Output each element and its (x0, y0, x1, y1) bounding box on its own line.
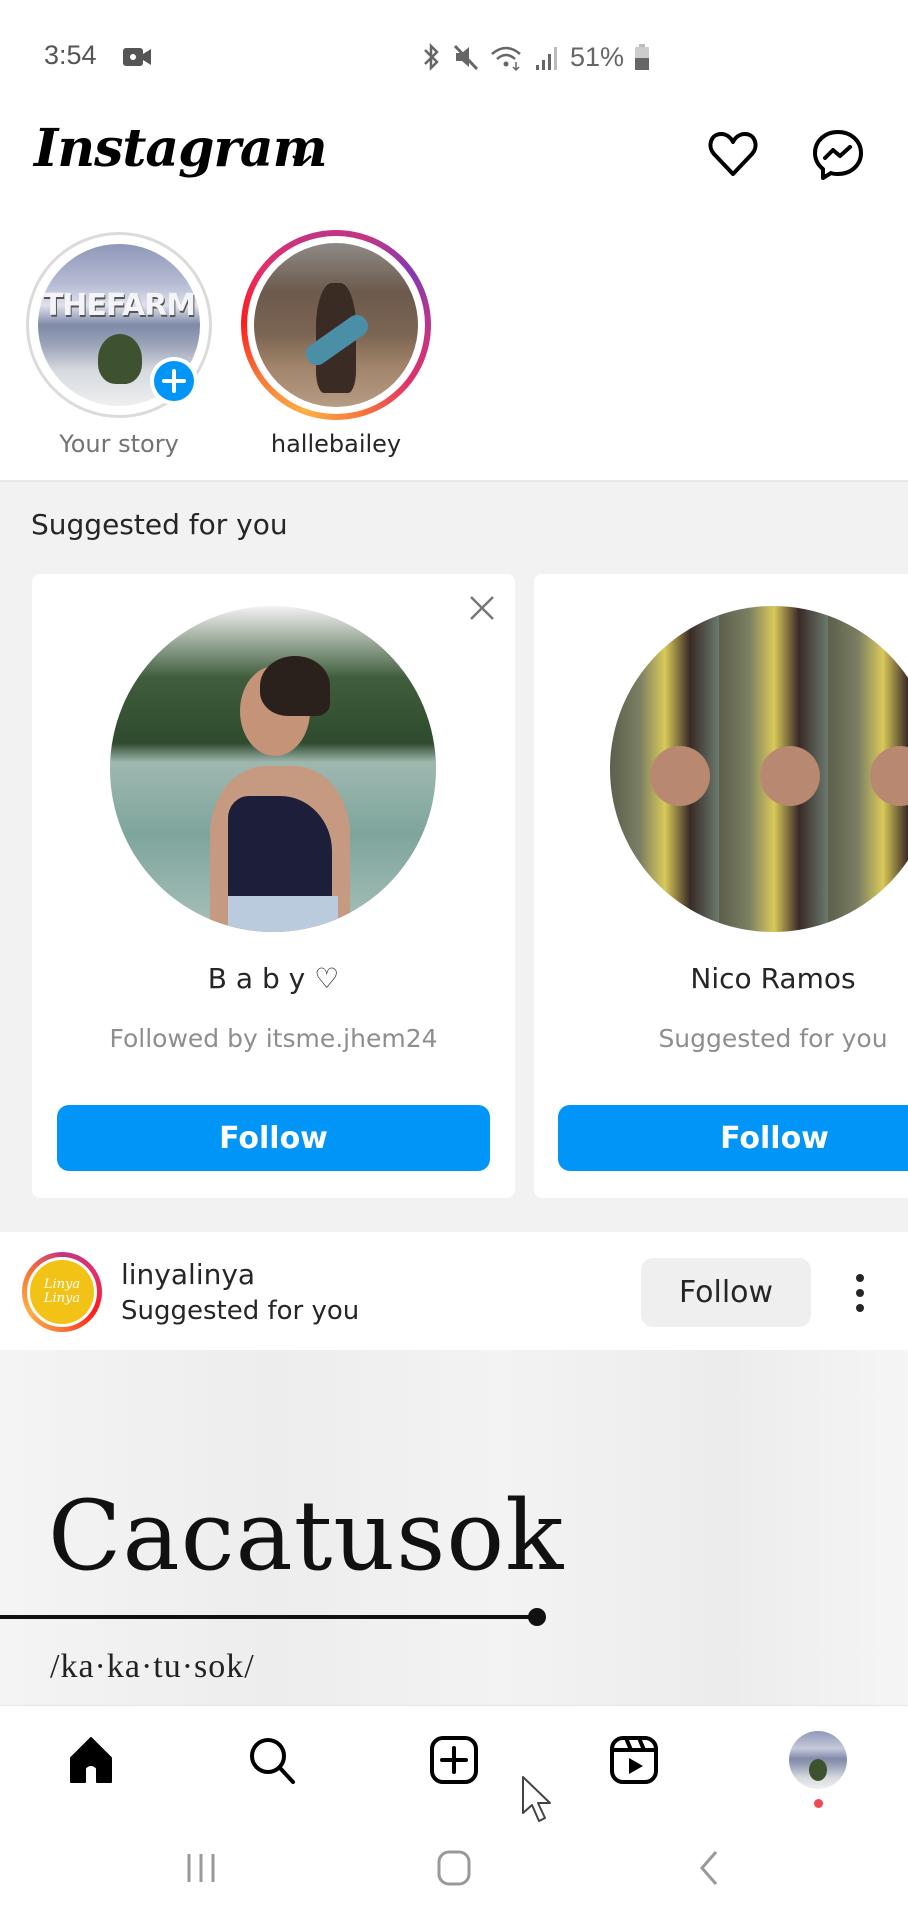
avatar-hair (260, 656, 330, 716)
bluetooth-icon (424, 42, 439, 72)
back-icon[interactable] (690, 1848, 730, 1888)
follow-button[interactable]: Follow (57, 1105, 490, 1171)
avatar-face (870, 746, 908, 806)
avatar-plant (809, 1759, 827, 1781)
mute-icon (453, 44, 479, 71)
hallebailey-avatar (254, 243, 418, 407)
profile-nav-avatar[interactable] (789, 1731, 847, 1789)
chevron-down-icon[interactable] (290, 152, 314, 168)
suggestion-name[interactable]: Nico Ramos (634, 962, 908, 995)
suggestion-subtitle: Followed by itsme.jhem24 (109, 1024, 438, 1053)
post-subtitle: Suggested for you (121, 1296, 360, 1326)
avatar-plant (98, 334, 142, 384)
home-icon[interactable] (65, 1734, 117, 1786)
avatar-shorts (228, 896, 338, 932)
status-time: 3:54 (44, 40, 97, 70)
suggestion-name[interactable]: B a b y ♡ (32, 962, 515, 995)
instagram-logo[interactable]: Instagram (34, 118, 328, 179)
wifi-icon (491, 46, 521, 72)
avatar-face (650, 746, 710, 806)
close-icon[interactable] (466, 592, 498, 624)
post-avatar[interactable]: Linya Linya (27, 1257, 97, 1327)
battery-icon (635, 44, 650, 70)
avatar-face (760, 746, 820, 806)
story-hallebailey[interactable]: hallebailey (240, 230, 431, 470)
post-image-pronunciation: /ka·ka·tu·sok/ (50, 1648, 255, 1685)
video-recording-icon (123, 48, 151, 66)
post-image-word: Cacatusok (48, 1480, 565, 1592)
recent-apps-icon[interactable] (181, 1848, 221, 1888)
post-username[interactable]: linyalinya (121, 1258, 255, 1291)
suggestion-avatar[interactable] (110, 606, 436, 932)
follow-button[interactable]: Follow (558, 1105, 908, 1171)
notification-dot (814, 1799, 823, 1808)
heart-icon[interactable] (706, 128, 760, 182)
home-button-icon[interactable] (434, 1848, 474, 1888)
messenger-icon[interactable] (811, 128, 865, 182)
battery-percent: 51% (570, 41, 625, 72)
search-icon[interactable] (246, 1734, 298, 1786)
avatar-swimsuit (228, 796, 332, 906)
post-follow-button[interactable]: Follow (641, 1258, 811, 1327)
story-label: Your story (59, 430, 179, 458)
status-icons: 51% (420, 40, 650, 74)
create-post-icon[interactable] (428, 1734, 480, 1786)
avatar-text: Linya (43, 1277, 81, 1292)
story-your-story[interactable]: THEFARM Your story (24, 230, 214, 470)
suggested-title: Suggested for you (31, 508, 288, 541)
story-label: hallebailey (270, 430, 402, 458)
reels-icon[interactable] (608, 1734, 660, 1786)
mouse-cursor-icon (522, 1776, 551, 1822)
post-image-rule (0, 1615, 538, 1619)
avatar-text: THEFARM (42, 288, 196, 323)
add-story-icon[interactable] (149, 356, 199, 406)
post-image-rule-dot (528, 1608, 546, 1626)
signal-icon (536, 47, 557, 70)
suggestion-subtitle: Suggested for you (658, 1024, 888, 1053)
more-options-icon[interactable] (850, 1272, 870, 1314)
avatar-text: Linya (43, 1291, 81, 1306)
